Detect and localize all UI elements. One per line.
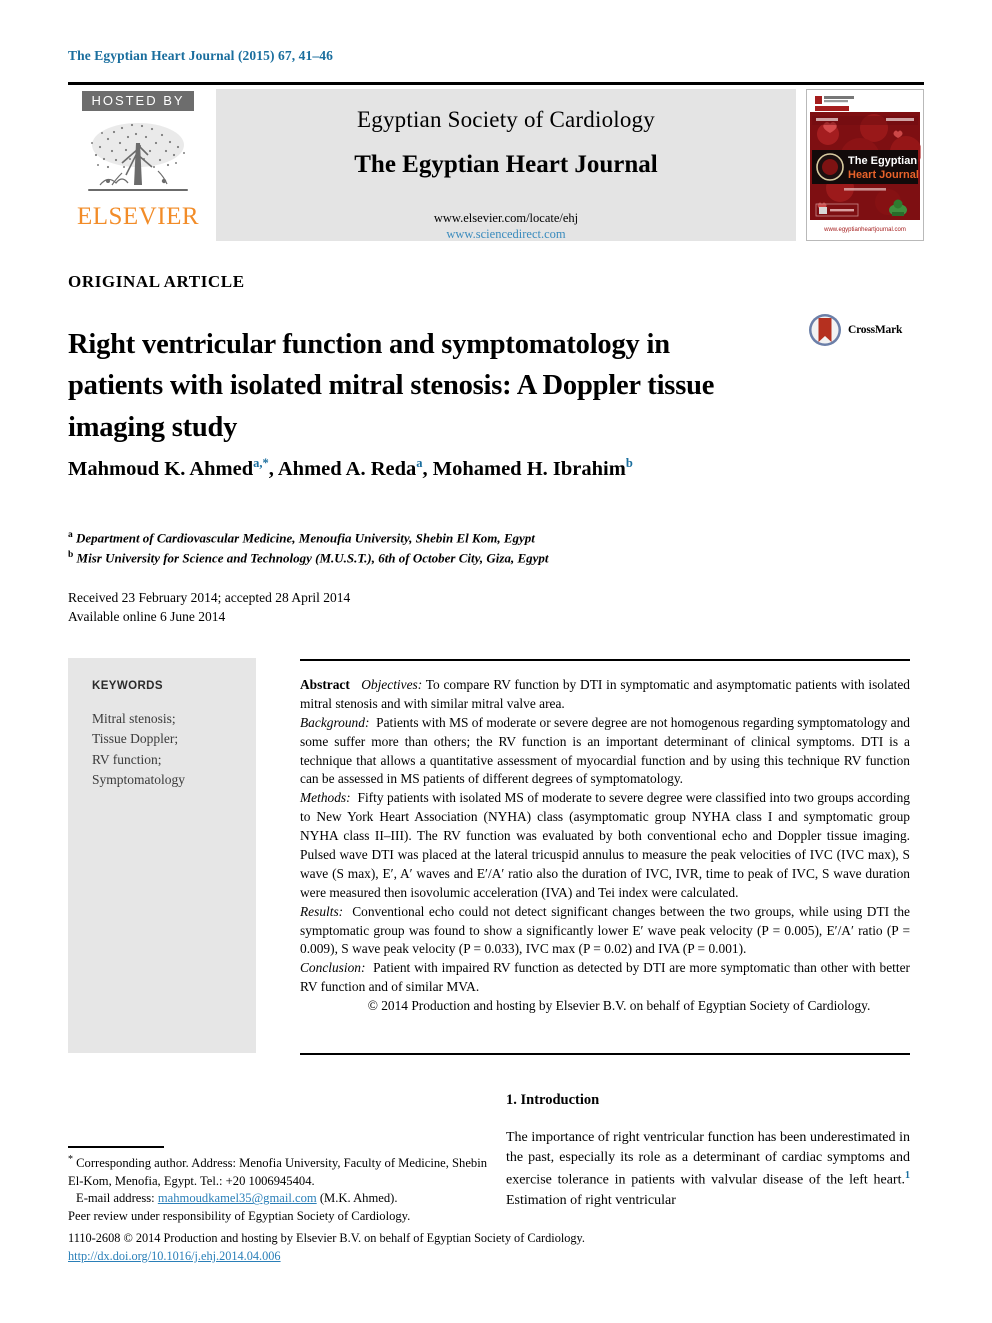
author-affiliation-mark[interactable]: b xyxy=(626,456,633,470)
email-suffix: (M.K. Ahmed). xyxy=(319,1191,398,1206)
abstract-conclusion-label: Conclusion: xyxy=(300,960,366,976)
article-dates: Received 23 February 2014; accepted 28 A… xyxy=(68,589,350,627)
sciencedirect-url[interactable]: www.sciencedirect.com xyxy=(434,227,578,243)
keyword-item: Symptomatology xyxy=(92,771,186,787)
keywords-heading: KEYWORDS xyxy=(92,680,163,692)
abstract-methods: Methods: Fifty patients with isolated MS… xyxy=(300,789,910,902)
journal-cover-image: The Egyptian Heart Journal www.egyptianh… xyxy=(810,92,921,238)
author-name: Ahmed A. Reda xyxy=(277,457,417,480)
available-online-date: Available online 6 June 2014 xyxy=(68,608,226,624)
keyword-item: Mitral stenosis; xyxy=(92,711,176,726)
crossmark-label: CrossMark xyxy=(848,324,903,336)
peer-review-note: Peer review under responsibility of Egyp… xyxy=(68,1209,411,1224)
received-date: Received 23 February 2014; accepted 28 A… xyxy=(68,590,351,605)
email-note: E-mail address: mahmoudkamel35@gmail.com… xyxy=(68,1190,488,1208)
affiliation-mark: b xyxy=(68,549,74,560)
affiliation-list: a Department of Cardiovascular Medicine,… xyxy=(68,528,888,568)
elsevier-tree-icon xyxy=(88,123,188,191)
affiliation-item: a Department of Cardiovascular Medicine,… xyxy=(68,528,888,548)
abstract-background: Background: Patients with MS of moderate… xyxy=(300,714,910,790)
imprint-line: 1110-2608 © 2014 Production and hosting … xyxy=(68,1231,585,1245)
abstract-background-label: Background: xyxy=(300,714,370,730)
abstract-copyright: © 2014 Production and hosting by Elsevie… xyxy=(367,998,871,1014)
abstract-conclusion: Conclusion: Patient with impaired RV fun… xyxy=(300,959,910,997)
svg-text:The Egyptian: The Egyptian xyxy=(848,155,917,167)
society-name: Egyptian Society of Cardiology xyxy=(357,107,655,132)
elsevier-logo-block: HOSTED BY ELSEVIER xyxy=(68,89,208,241)
keywords-panel: KEYWORDS Mitral stenosis; Tissue Doppler… xyxy=(68,658,256,1053)
introduction-text-part1: The importance of right ventricular func… xyxy=(506,1130,910,1188)
abstract-bottom-rule xyxy=(300,1053,910,1055)
crossmark-badge[interactable]: CrossMark xyxy=(808,313,902,347)
abstract-results: Results: Conventional echo could not det… xyxy=(300,903,910,960)
footnote-rule xyxy=(68,1146,164,1148)
abstract-methods-label: Methods: xyxy=(300,790,351,806)
abstract-results-label: Results: xyxy=(300,903,344,919)
email-label: E-mail address: xyxy=(76,1191,155,1206)
svg-text:Heart Journal: Heart Journal xyxy=(848,169,919,181)
keyword-item: Tissue Doppler; xyxy=(92,731,179,747)
article-page: The Egyptian Heart Journal (2015) 67, 41… xyxy=(0,0,992,1323)
abstract-results-text: Conventional echo could not detect signi… xyxy=(300,903,910,957)
introduction-text-part2: Estimation of right ventricular xyxy=(506,1192,676,1208)
email-link[interactable]: mahmoudkamel35@gmail.com xyxy=(158,1191,317,1205)
journal-name: The Egyptian Heart Journal xyxy=(354,151,658,178)
keyword-item: RV function; xyxy=(92,751,162,767)
journal-masthead: HOSTED BY ELSEVIER Egyptian Society of C… xyxy=(68,89,924,241)
author-name: Mohamed H. Ibrahim xyxy=(432,457,626,480)
doi-link[interactable]: http://dx.doi.org/10.1016/j.ehj.2014.04.… xyxy=(68,1249,281,1263)
abstract-block: Abstract Objectives: To compare RV funct… xyxy=(300,676,910,1016)
abstract-conclusion-text: Patient with impaired RV function as det… xyxy=(300,960,910,995)
abstract-objectives: Abstract Objectives: To compare RV funct… xyxy=(300,676,910,714)
introduction-heading: 1. Introduction xyxy=(506,1092,600,1108)
hosted-by-badge: HOSTED BY xyxy=(82,91,194,111)
footnote-block: * Corresponding author. Address: Menofia… xyxy=(68,1153,488,1226)
asterisk-icon: * xyxy=(68,1154,73,1165)
introduction-paragraph: The importance of right ventricular func… xyxy=(506,1128,910,1211)
journal-title-panel: Egyptian Society of Cardiology The Egypt… xyxy=(216,89,796,241)
abstract-top-rule xyxy=(300,659,910,661)
abstract-background-text: Patients with MS of moderate or severe d… xyxy=(300,714,910,787)
corresponding-author-note: * Corresponding author. Address: Menofia… xyxy=(68,1153,488,1190)
masthead-top-rule xyxy=(68,82,924,85)
crossmark-icon xyxy=(809,314,841,346)
journal-cover-thumbnail: The Egyptian Heart Journal www.egyptianh… xyxy=(806,89,924,241)
affiliation-mark: a xyxy=(68,530,73,540)
running-head: The Egyptian Heart Journal (2015) 67, 41… xyxy=(68,48,333,63)
imprint-block: 1110-2608 © 2014 Production and hosting … xyxy=(68,1230,928,1266)
elsevier-url[interactable]: www.elsevier.com/locate/ehj xyxy=(434,211,578,227)
corresponding-author-text: Corresponding author. Address: Menofia U… xyxy=(68,1156,488,1188)
author-affiliation-mark[interactable]: a,* xyxy=(253,456,269,470)
citation-reference-1[interactable]: 1 xyxy=(905,1170,910,1181)
page-title: Right ventricular function and symptomat… xyxy=(68,329,715,443)
abstract-methods-text: Fifty patients with isolated MS of moder… xyxy=(300,790,910,900)
author-affiliation-mark[interactable]: a xyxy=(416,456,422,470)
abstract-objectives-label: Objectives: xyxy=(361,677,423,692)
affiliation-text: Department of Cardiovascular Medicine, M… xyxy=(76,530,535,546)
affiliation-item: b Misr University for Science and Techno… xyxy=(68,548,888,568)
author-name: Mahmoud K. Ahmed xyxy=(68,457,254,480)
elsevier-wordmark: ELSEVIER xyxy=(76,203,200,230)
svg-text:www.egyptianheartjournal.com: www.egyptianheartjournal.com xyxy=(823,227,906,233)
author-list: Mahmoud K. Ahmeda,*, Ahmed A. Redaa, Moh… xyxy=(68,456,633,480)
article-type-label: ORIGINAL ARTICLE xyxy=(68,272,245,291)
keywords-list: Mitral stenosis; Tissue Doppler; RV func… xyxy=(92,709,256,790)
affiliation-text: Misr University for Science and Technolo… xyxy=(76,550,549,566)
abstract-label: Abstract xyxy=(300,677,350,692)
journal-urls: www.elsevier.com/locate/ehj www.scienced… xyxy=(434,211,578,242)
